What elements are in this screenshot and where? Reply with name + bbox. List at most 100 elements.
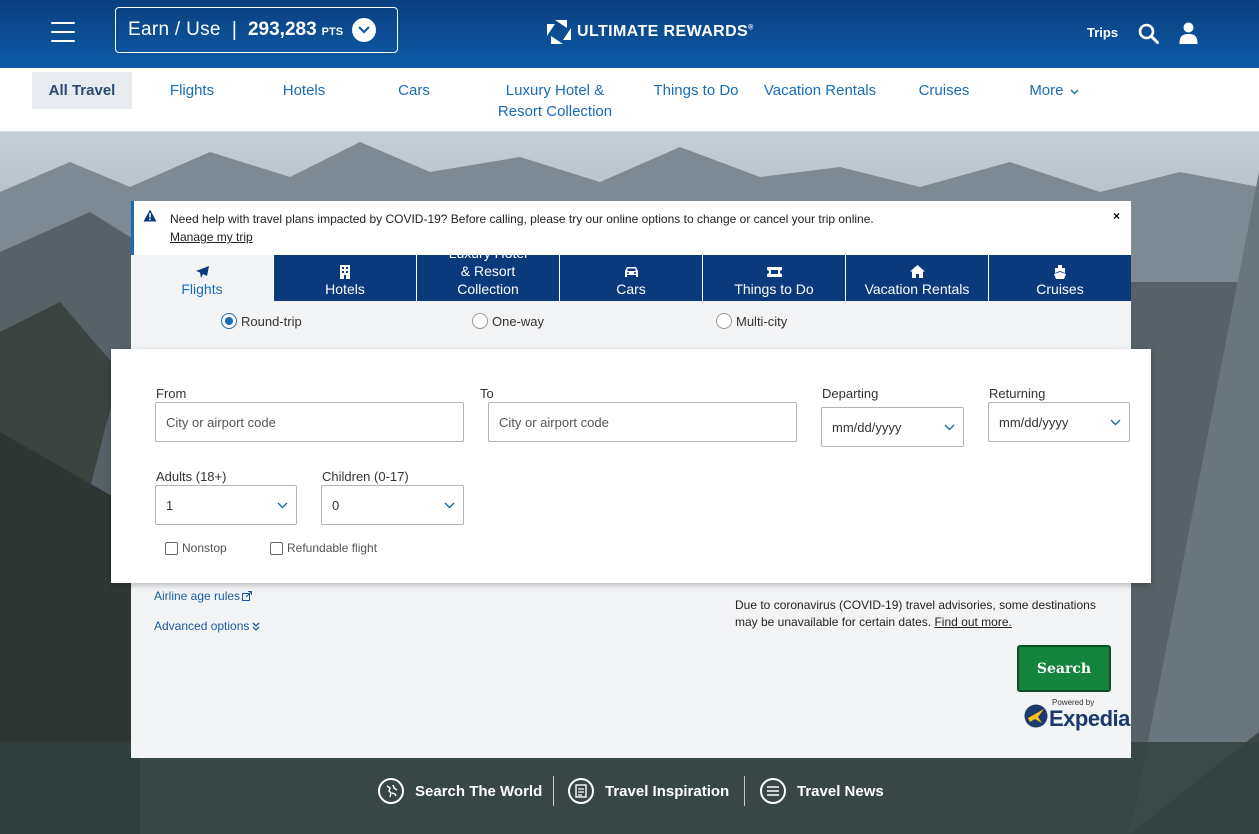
returning-date-field[interactable]: mm/dd/yyyy	[988, 402, 1130, 442]
from-placeholder: City or airport code	[166, 414, 276, 430]
to-input[interactable]: City or airport code	[488, 402, 797, 442]
tab-luxury-hotel[interactable]: Luxury Hotel & Resort Collection	[416, 245, 559, 301]
one-way-label: One-way	[492, 313, 545, 329]
tab-hotels[interactable]: Hotels	[273, 255, 416, 301]
departing-label: Departing	[822, 386, 879, 401]
checkbox-box	[270, 541, 283, 555]
round-trip-radio[interactable]: Round-trip	[221, 313, 302, 329]
adults-label: Adults (18+)	[156, 469, 227, 484]
flight-search-form	[111, 349, 1151, 583]
children-select[interactable]: 0	[321, 485, 464, 525]
airline-age-rules-link[interactable]: Airline age rules	[154, 589, 253, 603]
ship-icon	[1053, 264, 1067, 279]
alert-message: Need help with travel plans impacted by …	[170, 212, 874, 226]
search-button[interactable]: Search	[1017, 645, 1111, 692]
trips-link[interactable]: Trips	[1087, 25, 1118, 40]
list-icon	[760, 778, 786, 804]
returning-value: mm/dd/yyyy	[999, 414, 1069, 430]
tab-label: Things to Do	[734, 281, 814, 297]
from-label: From	[156, 386, 187, 401]
car-icon	[624, 264, 639, 279]
tab-things-to-do[interactable]: Things to Do	[702, 255, 845, 301]
advanced-options-link[interactable]: Advanced options	[154, 619, 260, 633]
tab-label: Cruises	[1036, 281, 1084, 297]
building-icon	[339, 264, 351, 279]
nav-things-to-do[interactable]: Things to Do	[644, 80, 748, 101]
document-icon	[568, 778, 594, 804]
travel-type-tabs: Flights Hotels Luxury Hotel & Resort Col…	[131, 245, 1131, 301]
travel-news-link[interactable]: Travel News	[760, 778, 884, 804]
to-placeholder: City or airport code	[499, 414, 609, 430]
search-the-world-label: Search The World	[415, 782, 543, 800]
nav-cruises[interactable]: Cruises	[904, 80, 984, 101]
tab-label: Hotels	[325, 281, 365, 297]
nav-vacation-rentals[interactable]: Vacation Rentals	[758, 80, 882, 101]
returning-label: Returning	[989, 386, 1046, 401]
refundable-checkbox[interactable]: Refundable flight	[270, 541, 377, 555]
search-icon[interactable]	[1138, 23, 1159, 49]
close-icon[interactable]: ×	[1113, 209, 1120, 223]
expedia-globe-icon	[1024, 704, 1048, 728]
top-header: Earn / Use | 293,283 PTS ULTIMATE REWARD…	[0, 0, 1259, 68]
nav-cars[interactable]: Cars	[374, 80, 454, 101]
warning-icon	[143, 209, 157, 222]
travel-inspiration-link[interactable]: Travel Inspiration	[568, 778, 729, 804]
refundable-label: Refundable flight	[287, 541, 378, 555]
nav-hotels[interactable]: Hotels	[264, 80, 344, 101]
double-chevron-down-icon	[252, 622, 260, 631]
tab-label: Vacation Rentals	[864, 281, 970, 297]
radio-dot	[716, 313, 732, 329]
radio-dot	[221, 313, 237, 329]
tab-label: Flights	[181, 281, 223, 297]
find-out-more-link[interactable]: Find out more.	[934, 615, 1011, 629]
manage-my-trip-link[interactable]: Manage my trip	[170, 230, 253, 244]
search-the-world-link[interactable]: Search The World	[378, 778, 542, 804]
points-balance: 293,283	[247, 19, 317, 40]
covid-note-text: Due to coronavirus (COVID-19) travel adv…	[735, 598, 1096, 629]
advanced-options-text: Advanced options	[154, 619, 250, 633]
tab-label: Cars	[616, 281, 646, 297]
earn-separator: |	[231, 18, 237, 41]
nav-luxury-hotel[interactable]: Luxury Hotel & Resort Collection	[490, 80, 620, 122]
travel-inspiration-label: Travel Inspiration	[605, 782, 730, 800]
tab-cruises[interactable]: Cruises	[988, 255, 1131, 301]
tab-flights[interactable]: Flights	[131, 255, 273, 301]
airplane-icon	[195, 264, 210, 279]
nav-all-travel[interactable]: All Travel	[32, 72, 132, 109]
ticket-icon	[766, 264, 782, 279]
user-icon[interactable]	[1179, 22, 1198, 49]
chevron-down-icon	[944, 424, 955, 431]
tab-label: Luxury Hotel & Resort Collection	[448, 245, 528, 297]
chevron-down-icon	[444, 502, 455, 509]
round-trip-label: Round-trip	[241, 313, 302, 329]
adults-value: 1	[166, 497, 174, 513]
globe-icon	[378, 778, 404, 804]
multi-city-label: Multi-city	[736, 313, 788, 329]
adults-select[interactable]: 1	[155, 485, 297, 525]
brand-name: ULTIMATE REWARDS®	[577, 23, 754, 40]
children-value: 0	[332, 497, 340, 513]
covid-travel-note: Due to coronavirus (COVID-19) travel adv…	[735, 597, 1115, 631]
points-selector[interactable]: Earn / Use | 293,283 PTS	[115, 7, 398, 53]
nav-flights[interactable]: Flights	[152, 80, 232, 101]
tab-vacation-rentals[interactable]: Vacation Rentals	[845, 255, 988, 301]
brand-logo[interactable]: ULTIMATE REWARDS®	[547, 20, 754, 44]
nav-more[interactable]: More	[1018, 80, 1090, 101]
nonstop-label: Nonstop	[182, 541, 227, 555]
chevron-down-icon[interactable]	[352, 18, 377, 42]
category-nav: All Travel Flights Hotels Cars Luxury Ho…	[0, 68, 1259, 132]
menu-icon[interactable]	[51, 22, 75, 44]
departing-date-field[interactable]: mm/dd/yyyy	[821, 407, 964, 447]
travel-news-label: Travel News	[797, 782, 884, 800]
chase-octagon-icon	[547, 20, 571, 44]
multi-city-radio[interactable]: Multi-city	[716, 313, 787, 329]
from-input[interactable]: City or airport code	[155, 402, 464, 442]
children-label: Children (0-17)	[322, 469, 409, 484]
nonstop-checkbox[interactable]: Nonstop	[165, 541, 227, 555]
footer-divider	[744, 776, 745, 806]
to-label: To	[480, 386, 494, 401]
chevron-down-icon	[1110, 419, 1121, 426]
radio-dot	[472, 313, 488, 329]
tab-cars[interactable]: Cars	[559, 255, 702, 301]
one-way-radio[interactable]: One-way	[472, 313, 544, 329]
